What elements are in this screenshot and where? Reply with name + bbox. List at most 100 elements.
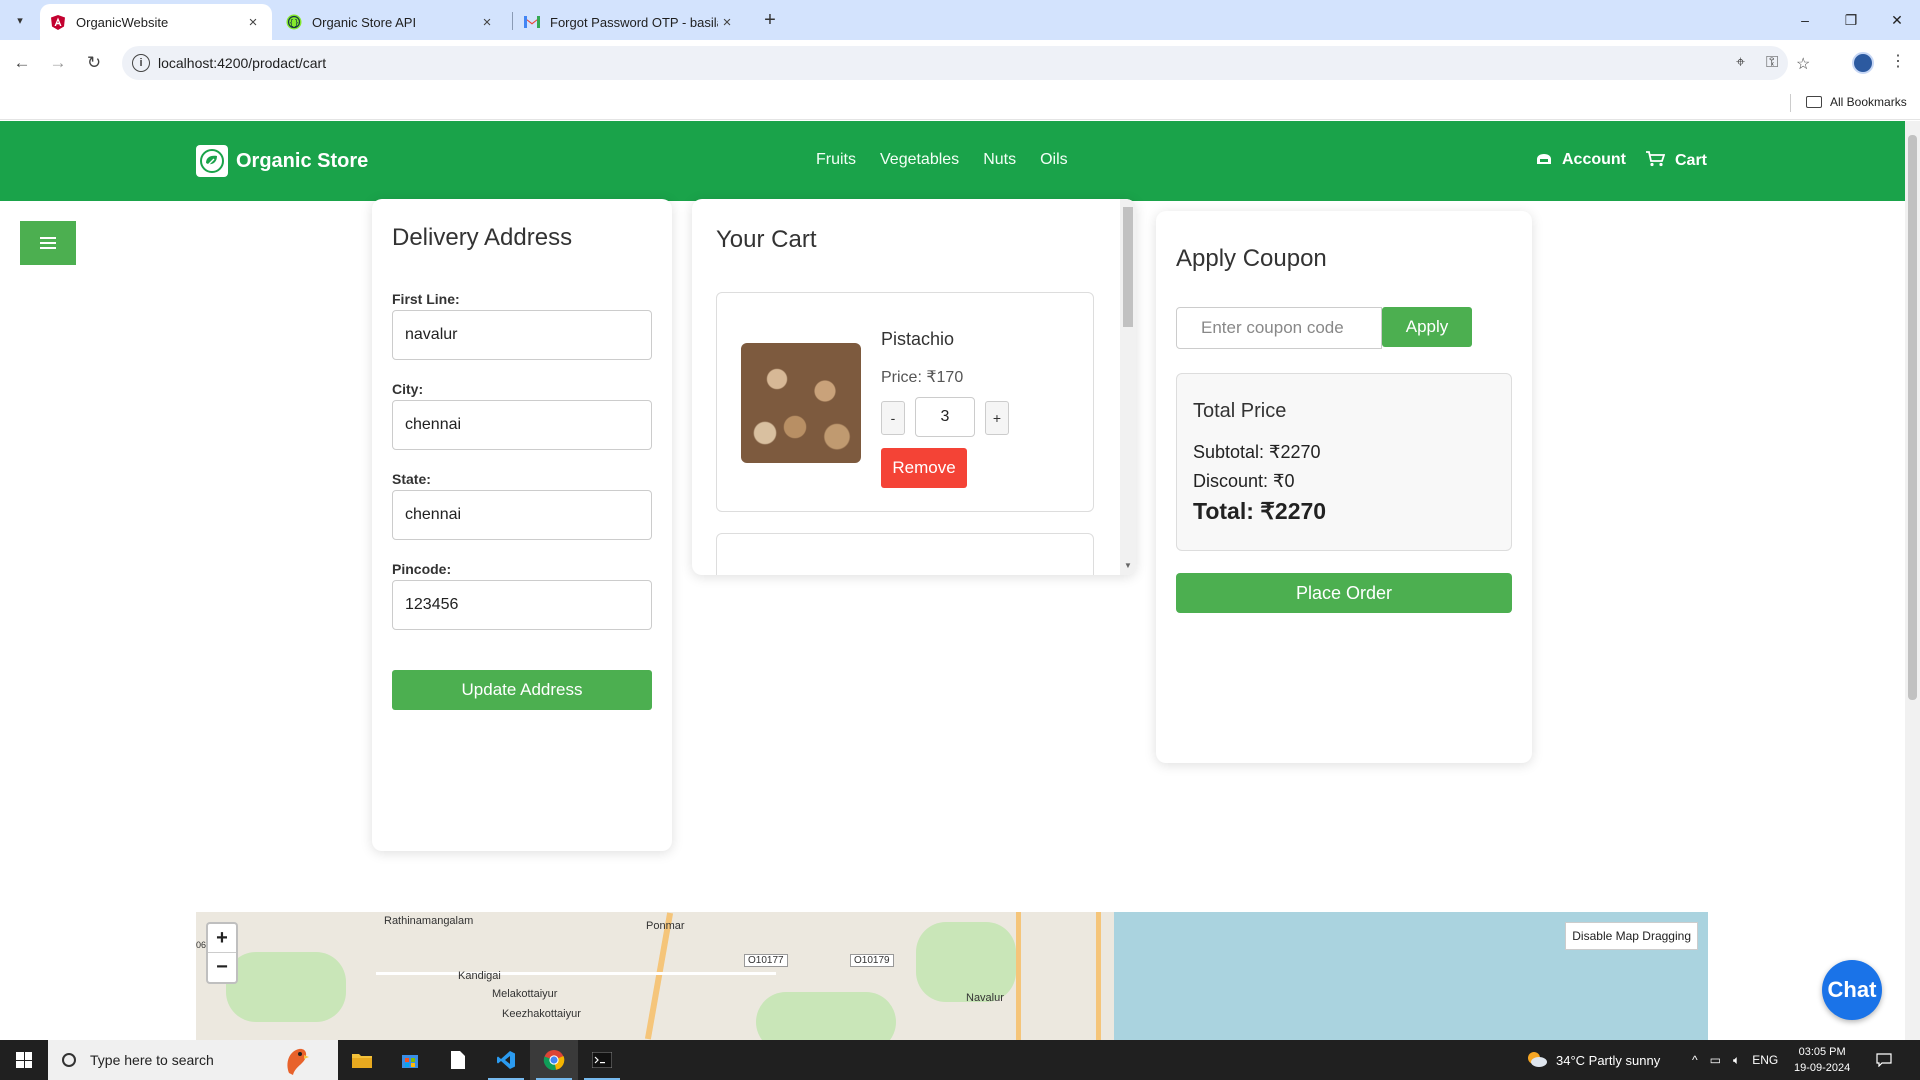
- terminal-icon[interactable]: [578, 1040, 626, 1080]
- delivery-address-card: Delivery Address First Line: navalur Cit…: [372, 199, 672, 851]
- profile-avatar-icon[interactable]: [1852, 52, 1874, 74]
- close-window-icon[interactable]: ✕: [1874, 0, 1920, 40]
- page-scrollbar[interactable]: [1905, 121, 1920, 1040]
- map-road: [1016, 912, 1021, 1040]
- cart-icon: [1645, 151, 1666, 171]
- update-address-button[interactable]: Update Address: [392, 670, 652, 710]
- cart-link[interactable]: Cart: [1645, 151, 1707, 171]
- map-road-badge: O10179: [850, 954, 894, 967]
- apply-coupon-button[interactable]: Apply: [1382, 307, 1472, 347]
- item-name: Pistachio: [881, 329, 955, 349]
- notifications-icon[interactable]: [1876, 1040, 1892, 1080]
- site-info-icon[interactable]: i: [132, 54, 150, 72]
- svg-text:{}: {}: [289, 18, 299, 27]
- nav-nuts[interactable]: Nuts: [983, 151, 1016, 169]
- clock-time: 03:05 PM: [1798, 1046, 1846, 1058]
- nav-fruits[interactable]: Fruits: [816, 151, 856, 169]
- map-road: [376, 972, 776, 975]
- close-tab-icon[interactable]: ×: [478, 13, 496, 31]
- pincode-field[interactable]: 123456: [392, 580, 652, 630]
- place-order-button[interactable]: Place Order: [1176, 573, 1512, 613]
- increase-quantity-button[interactable]: +: [985, 401, 1009, 435]
- zoom-out-button[interactable]: −: [208, 953, 236, 982]
- pistachio-image: [741, 343, 861, 463]
- restore-icon[interactable]: ❐: [1828, 0, 1874, 40]
- microsoft-store-icon[interactable]: [386, 1040, 434, 1080]
- map-road-badge: O10177: [744, 954, 788, 967]
- cart-title: Your Cart: [716, 226, 817, 253]
- chrome-icon[interactable]: [530, 1040, 578, 1080]
- bookmarks-bar: All Bookmarks: [0, 86, 1920, 120]
- map-zoom-control: + −: [206, 922, 238, 984]
- remove-item-button[interactable]: Remove: [881, 448, 967, 488]
- pincode-label: Pincode:: [392, 561, 452, 577]
- grand-total-text: Total: ₹2270: [1193, 498, 1327, 524]
- tab-search-chevron-icon[interactable]: ▾: [8, 8, 32, 32]
- decrease-quantity-button[interactable]: -: [881, 401, 905, 435]
- tab-forgot-password[interactable]: Forgot Password OTP - basilaha ×: [514, 4, 746, 40]
- cart-card: Your Cart Pistachio Price: ₹170 - 3 + Re…: [692, 199, 1136, 575]
- new-tab-plus-icon[interactable]: +: [758, 8, 782, 32]
- parrot-search-decoration-icon: [272, 1040, 320, 1080]
- account-link[interactable]: Account: [1536, 151, 1626, 169]
- gmail-icon: [524, 14, 540, 30]
- item-price: Price: ₹170: [881, 369, 964, 386]
- page-scroll-thumb[interactable]: [1908, 135, 1917, 700]
- minimize-icon[interactable]: –: [1782, 0, 1828, 40]
- all-bookmarks-label: All Bookmarks: [1830, 95, 1907, 109]
- address-bar[interactable]: i localhost:4200/prodact/cart ⌖ ⚿ ☆: [122, 46, 1810, 80]
- all-bookmarks-button[interactable]: All Bookmarks: [1806, 95, 1907, 109]
- tab-title: OrganicWebsite: [76, 14, 169, 30]
- forward-arrow-icon[interactable]: →: [44, 49, 72, 77]
- bookmark-star-icon[interactable]: ☆: [1796, 54, 1810, 74]
- page-viewport: Organic Store Fruits Vegetables Nuts Oil…: [0, 121, 1920, 1040]
- password-key-icon[interactable]: ⚿: [1766, 54, 1778, 72]
- back-arrow-icon[interactable]: ←: [8, 49, 36, 77]
- first-line-field[interactable]: navalur: [392, 310, 652, 360]
- close-tab-icon[interactable]: ×: [718, 13, 736, 31]
- weather-widget[interactable]: 34°C Partly sunny: [1526, 1040, 1660, 1080]
- volume-icon[interactable]: 🔈︎: [1733, 1053, 1740, 1068]
- search-icon: [62, 1053, 76, 1067]
- tab-organic-website[interactable]: OrganicWebsite ×: [40, 4, 272, 40]
- chat-button[interactable]: Chat: [1822, 960, 1882, 1020]
- close-tab-icon[interactable]: ×: [244, 13, 262, 31]
- city-label: City:: [392, 381, 424, 397]
- browser-tab-bar: ▾ OrganicWebsite × {} Organic Store API …: [0, 0, 1920, 40]
- state-field[interactable]: chennai: [392, 490, 652, 540]
- account-label: Account: [1562, 151, 1626, 168]
- disable-map-dragging-button[interactable]: Disable Map Dragging: [1565, 922, 1698, 950]
- brand-name: Organic Store: [236, 149, 369, 172]
- hamburger-menu-icon[interactable]: [20, 221, 76, 265]
- city-field[interactable]: chennai: [392, 400, 652, 450]
- file-explorer-icon[interactable]: [338, 1040, 386, 1080]
- location-map[interactable]: Rathinamangalam Ponmar Kandigai Melakott…: [196, 912, 1708, 1040]
- notepad-file-icon[interactable]: [434, 1040, 482, 1080]
- brand-logo[interactable]: Organic Store: [196, 145, 368, 177]
- tab-organic-store-api[interactable]: {} Organic Store API ×: [276, 4, 506, 40]
- nav-vegetables[interactable]: Vegetables: [880, 151, 959, 169]
- coupon-code-input[interactable]: Enter coupon code: [1176, 307, 1382, 349]
- tray-chevron-up-icon[interactable]: ^: [1692, 1053, 1698, 1067]
- vscode-icon[interactable]: [482, 1040, 530, 1080]
- zoom-in-button[interactable]: +: [208, 924, 236, 953]
- taskbar-clock[interactable]: 03:05 PM 19-09-2024: [1794, 1044, 1850, 1076]
- site-header: Organic Store Fruits Vegetables Nuts Oil…: [0, 121, 1905, 201]
- clock-date: 19-09-2024: [1794, 1062, 1851, 1074]
- network-icon[interactable]: ▭: [1710, 1053, 1721, 1067]
- reload-icon[interactable]: ↻: [80, 49, 108, 77]
- url-text[interactable]: localhost:4200/prodact/cart: [158, 55, 326, 71]
- windows-start-icon[interactable]: [0, 1040, 48, 1080]
- angular-icon: [50, 14, 66, 30]
- cart-scrollbar[interactable]: ▼: [1120, 199, 1136, 575]
- location-pin-icon[interactable]: ⌖: [1736, 54, 1745, 72]
- cart-scroll-thumb[interactable]: [1123, 207, 1133, 327]
- language-indicator[interactable]: ENG: [1752, 1053, 1778, 1067]
- more-menu-icon[interactable]: ⋮: [1890, 51, 1906, 71]
- bookmarks-separator: [1790, 94, 1791, 112]
- map-label: Ponmar: [646, 920, 685, 932]
- nav-oils[interactable]: Oils: [1040, 151, 1068, 169]
- tab-title: Forgot Password OTP - basilaha: [550, 14, 718, 30]
- quantity-input[interactable]: 3: [915, 397, 975, 437]
- scroll-down-arrow-icon[interactable]: ▼: [1124, 561, 1132, 570]
